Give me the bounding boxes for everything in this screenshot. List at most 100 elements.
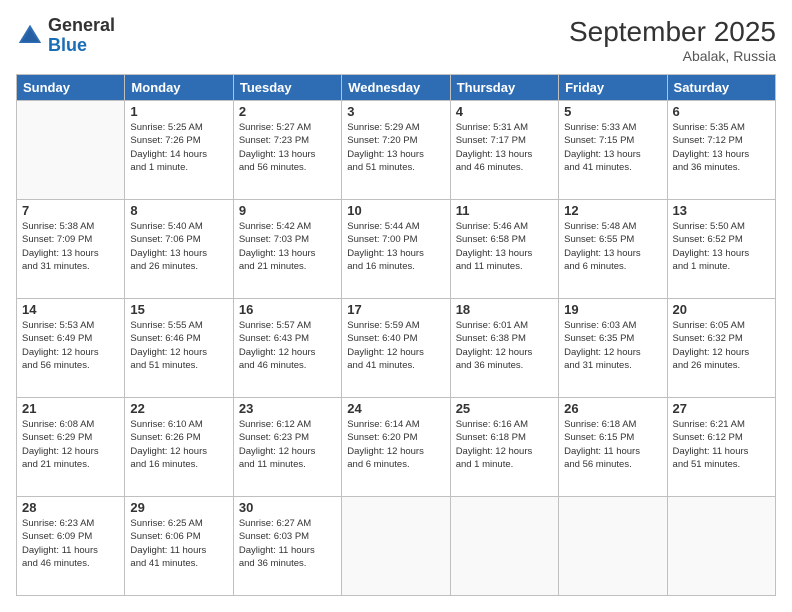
- title-area: September 2025 Abalak, Russia: [569, 16, 776, 64]
- day-header-saturday: Saturday: [667, 75, 775, 101]
- calendar-cell: 7 Sunrise: 5:38 AMSunset: 7:09 PMDaylight…: [17, 200, 125, 299]
- day-info: Sunrise: 6:03 AMSunset: 6:35 PMDaylight:…: [564, 319, 661, 372]
- day-header-sunday: Sunday: [17, 75, 125, 101]
- day-number: 29: [130, 500, 227, 515]
- day-info: Sunrise: 6:23 AMSunset: 6:09 PMDaylight:…: [22, 517, 119, 570]
- calendar-cell: 3 Sunrise: 5:29 AMSunset: 7:20 PMDaylight…: [342, 101, 450, 200]
- day-number: 16: [239, 302, 336, 317]
- calendar-week-2: 14Sunrise: 5:53 AMSunset: 6:49 PMDayligh…: [17, 299, 776, 398]
- calendar-cell: 13Sunrise: 5:50 AMSunset: 6:52 PMDayligh…: [667, 200, 775, 299]
- day-number: 4: [456, 104, 553, 119]
- day-info: Sunrise: 5:50 AMSunset: 6:52 PMDaylight:…: [673, 220, 770, 273]
- calendar-cell: 29 Sunrise: 6:25 AMSunset: 6:06 PMDayligh…: [125, 497, 233, 596]
- day-info: Sunrise: 6:01 AMSunset: 6:38 PMDaylight:…: [456, 319, 553, 372]
- calendar-cell: 18Sunrise: 6:01 AMSunset: 6:38 PMDayligh…: [450, 299, 558, 398]
- logo-general-text: General: [48, 15, 115, 35]
- calendar-cell: 14Sunrise: 5:53 AMSunset: 6:49 PMDayligh…: [17, 299, 125, 398]
- day-number: 21: [22, 401, 119, 416]
- day-number: 10: [347, 203, 444, 218]
- day-number: 5: [564, 104, 661, 119]
- day-number: 19: [564, 302, 661, 317]
- calendar-cell: 8 Sunrise: 5:40 AMSunset: 7:06 PMDaylight…: [125, 200, 233, 299]
- calendar-header-row: SundayMondayTuesdayWednesdayThursdayFrid…: [17, 75, 776, 101]
- day-number: 6: [673, 104, 770, 119]
- calendar-cell: [17, 101, 125, 200]
- calendar-table: SundayMondayTuesdayWednesdayThursdayFrid…: [16, 74, 776, 596]
- day-number: 30: [239, 500, 336, 515]
- day-info: Sunrise: 5:33 AMSunset: 7:15 PMDaylight:…: [564, 121, 661, 174]
- day-info: Sunrise: 6:10 AMSunset: 6:26 PMDaylight:…: [130, 418, 227, 471]
- day-info: Sunrise: 5:46 AMSunset: 6:58 PMDaylight:…: [456, 220, 553, 273]
- day-info: Sunrise: 5:40 AMSunset: 7:06 PMDaylight:…: [130, 220, 227, 273]
- calendar-cell: [450, 497, 558, 596]
- day-info: Sunrise: 6:27 AMSunset: 6:03 PMDaylight:…: [239, 517, 336, 570]
- page: General Blue September 2025 Abalak, Russ…: [0, 0, 792, 612]
- calendar-cell: 24 Sunrise: 6:14 AMSunset: 6:20 PMDayligh…: [342, 398, 450, 497]
- day-info: Sunrise: 5:55 AMSunset: 6:46 PMDaylight:…: [130, 319, 227, 372]
- day-info: Sunrise: 5:48 AMSunset: 6:55 PMDaylight:…: [564, 220, 661, 273]
- calendar-cell: 27Sunrise: 6:21 AMSunset: 6:12 PMDayligh…: [667, 398, 775, 497]
- day-number: 11: [456, 203, 553, 218]
- month-title: September 2025: [569, 16, 776, 48]
- calendar-cell: [342, 497, 450, 596]
- calendar-cell: 4 Sunrise: 5:31 AMSunset: 7:17 PMDaylight…: [450, 101, 558, 200]
- logo: General Blue: [16, 16, 115, 56]
- calendar-cell: 1 Sunrise: 5:25 AMSunset: 7:26 PMDaylight…: [125, 101, 233, 200]
- day-info: Sunrise: 6:14 AMSunset: 6:20 PMDaylight:…: [347, 418, 444, 471]
- day-number: 24: [347, 401, 444, 416]
- day-info: Sunrise: 5:29 AMSunset: 7:20 PMDaylight:…: [347, 121, 444, 174]
- day-number: 7: [22, 203, 119, 218]
- calendar-week-1: 7 Sunrise: 5:38 AMSunset: 7:09 PMDaylight…: [17, 200, 776, 299]
- day-header-friday: Friday: [559, 75, 667, 101]
- day-info: Sunrise: 6:16 AMSunset: 6:18 PMDaylight:…: [456, 418, 553, 471]
- logo-blue-text: Blue: [48, 35, 87, 55]
- calendar-cell: 17Sunrise: 5:59 AMSunset: 6:40 PMDayligh…: [342, 299, 450, 398]
- day-number: 9: [239, 203, 336, 218]
- calendar-cell: 12 Sunrise: 5:48 AMSunset: 6:55 PMDayligh…: [559, 200, 667, 299]
- day-info: Sunrise: 5:31 AMSunset: 7:17 PMDaylight:…: [456, 121, 553, 174]
- calendar-cell: 25 Sunrise: 6:16 AMSunset: 6:18 PMDayligh…: [450, 398, 558, 497]
- day-number: 3: [347, 104, 444, 119]
- calendar-cell: 20Sunrise: 6:05 AMSunset: 6:32 PMDayligh…: [667, 299, 775, 398]
- day-header-monday: Monday: [125, 75, 233, 101]
- day-number: 15: [130, 302, 227, 317]
- calendar-cell: 28 Sunrise: 6:23 AMSunset: 6:09 PMDayligh…: [17, 497, 125, 596]
- day-info: Sunrise: 5:27 AMSunset: 7:23 PMDaylight:…: [239, 121, 336, 174]
- calendar-week-3: 21 Sunrise: 6:08 AMSunset: 6:29 PMDayligh…: [17, 398, 776, 497]
- day-number: 23: [239, 401, 336, 416]
- calendar-cell: 30 Sunrise: 6:27 AMSunset: 6:03 PMDayligh…: [233, 497, 341, 596]
- day-info: Sunrise: 6:12 AMSunset: 6:23 PMDaylight:…: [239, 418, 336, 471]
- day-info: Sunrise: 5:25 AMSunset: 7:26 PMDaylight:…: [130, 121, 227, 174]
- calendar-cell: 2 Sunrise: 5:27 AMSunset: 7:23 PMDaylight…: [233, 101, 341, 200]
- day-number: 2: [239, 104, 336, 119]
- day-number: 8: [130, 203, 227, 218]
- header: General Blue September 2025 Abalak, Russ…: [16, 16, 776, 64]
- day-number: 25: [456, 401, 553, 416]
- day-info: Sunrise: 5:59 AMSunset: 6:40 PMDaylight:…: [347, 319, 444, 372]
- calendar-cell: 6Sunrise: 5:35 AMSunset: 7:12 PMDaylight…: [667, 101, 775, 200]
- calendar-week-4: 28 Sunrise: 6:23 AMSunset: 6:09 PMDayligh…: [17, 497, 776, 596]
- day-number: 28: [22, 500, 119, 515]
- calendar-cell: 15 Sunrise: 5:55 AMSunset: 6:46 PMDayligh…: [125, 299, 233, 398]
- calendar-cell: 21 Sunrise: 6:08 AMSunset: 6:29 PMDayligh…: [17, 398, 125, 497]
- day-info: Sunrise: 5:42 AMSunset: 7:03 PMDaylight:…: [239, 220, 336, 273]
- calendar-week-0: 1 Sunrise: 5:25 AMSunset: 7:26 PMDaylight…: [17, 101, 776, 200]
- day-info: Sunrise: 6:25 AMSunset: 6:06 PMDaylight:…: [130, 517, 227, 570]
- day-info: Sunrise: 5:38 AMSunset: 7:09 PMDaylight:…: [22, 220, 119, 273]
- day-number: 12: [564, 203, 661, 218]
- day-number: 26: [564, 401, 661, 416]
- day-number: 27: [673, 401, 770, 416]
- location: Abalak, Russia: [569, 48, 776, 64]
- day-info: Sunrise: 6:05 AMSunset: 6:32 PMDaylight:…: [673, 319, 770, 372]
- day-number: 1: [130, 104, 227, 119]
- calendar-cell: 5 Sunrise: 5:33 AMSunset: 7:15 PMDaylight…: [559, 101, 667, 200]
- calendar-cell: 9 Sunrise: 5:42 AMSunset: 7:03 PMDaylight…: [233, 200, 341, 299]
- day-number: 14: [22, 302, 119, 317]
- day-info: Sunrise: 6:08 AMSunset: 6:29 PMDaylight:…: [22, 418, 119, 471]
- calendar-cell: 23 Sunrise: 6:12 AMSunset: 6:23 PMDayligh…: [233, 398, 341, 497]
- calendar-cell: [559, 497, 667, 596]
- calendar-cell: 16Sunrise: 5:57 AMSunset: 6:43 PMDayligh…: [233, 299, 341, 398]
- day-info: Sunrise: 6:18 AMSunset: 6:15 PMDaylight:…: [564, 418, 661, 471]
- calendar-cell: [667, 497, 775, 596]
- day-header-tuesday: Tuesday: [233, 75, 341, 101]
